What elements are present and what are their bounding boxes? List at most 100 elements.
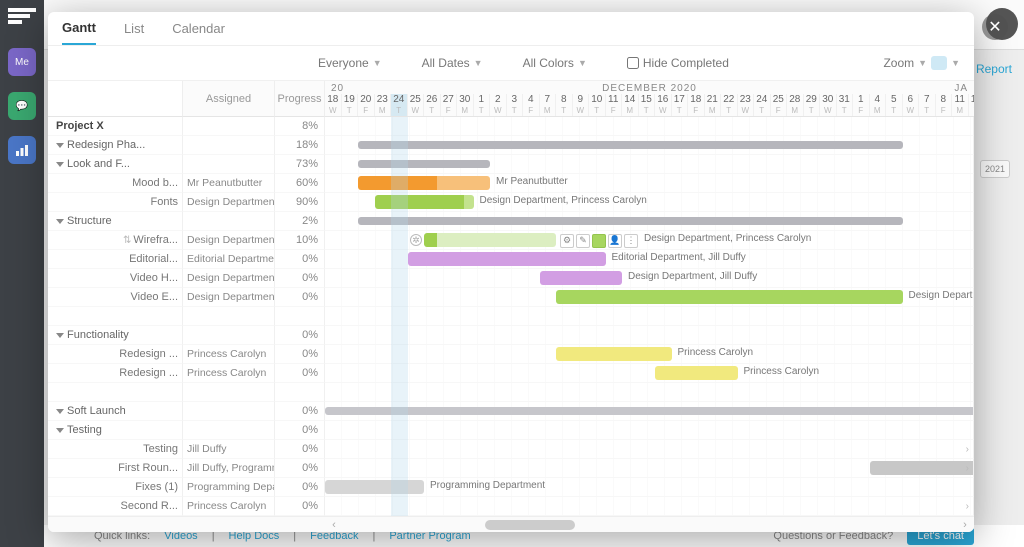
gear-icon[interactable]: ⚙ <box>560 234 574 248</box>
row-timeline[interactable] <box>325 326 974 345</box>
row-timeline[interactable]: › <box>325 497 974 516</box>
day-17[interactable]: 17T <box>672 94 689 116</box>
row-name[interactable]: Project X <box>48 117 183 136</box>
sidebar-chart-icon[interactable] <box>8 136 36 164</box>
day-8[interactable]: 8F <box>936 94 953 116</box>
day-11[interactable]: 11F <box>606 94 623 116</box>
day-28[interactable]: 28M <box>787 94 804 116</box>
scroll-left-icon[interactable]: ‹ <box>327 519 341 531</box>
row-timeline[interactable] <box>325 117 974 136</box>
gantt-bar[interactable] <box>358 160 490 168</box>
zoom-control[interactable]: Zoom▼▼ <box>883 56 960 70</box>
row-timeline[interactable]: Jill Duf› <box>325 459 974 478</box>
day-9[interactable]: 9W <box>573 94 590 116</box>
day-6[interactable]: 6W <box>903 94 920 116</box>
row-name[interactable]: Testing <box>48 421 183 440</box>
day-27[interactable]: 27F <box>441 94 458 116</box>
day-1[interactable]: 1T <box>474 94 491 116</box>
chevron-right-icon[interactable]: › <box>966 501 969 512</box>
row-timeline[interactable] <box>325 155 974 174</box>
day-25[interactable]: 25F <box>771 94 788 116</box>
day-18[interactable]: 18W <box>325 94 342 116</box>
col-assigned[interactable]: Assigned <box>183 81 275 117</box>
person-icon[interactable]: 👤 <box>608 234 622 248</box>
gantt-bar[interactable] <box>325 480 424 494</box>
day-2[interactable]: 2W <box>490 94 507 116</box>
tab-gantt[interactable]: Gantt <box>62 20 96 45</box>
row-timeline[interactable]: Princess Carolyn <box>325 345 974 364</box>
day-29[interactable]: 29T <box>804 94 821 116</box>
horizontal-scrollbar[interactable]: ‹ › <box>325 516 974 532</box>
gantt-bar[interactable] <box>358 176 490 190</box>
row-name[interactable]: First Roun... <box>48 459 183 478</box>
gantt-bar[interactable] <box>556 347 672 361</box>
tab-calendar[interactable]: Calendar <box>172 21 225 44</box>
day-7[interactable]: 7M <box>540 94 557 116</box>
row-name[interactable]: Look and F... <box>48 155 183 174</box>
day-7[interactable]: 7T <box>919 94 936 116</box>
day-18[interactable]: 18F <box>688 94 705 116</box>
gantt-bar[interactable] <box>870 461 975 475</box>
hide-completed-checkbox[interactable] <box>627 57 639 69</box>
bar-start-handle[interactable]: ✲ <box>410 234 422 246</box>
zoom-color-chip[interactable] <box>931 56 947 70</box>
year-pill[interactable]: 2021 <box>980 160 1010 178</box>
day-21[interactable]: 21M <box>705 94 722 116</box>
day-14[interactable]: 14M <box>622 94 639 116</box>
day-5[interactable]: 5T <box>886 94 903 116</box>
row-timeline[interactable] <box>325 383 974 402</box>
timeline-header[interactable]: 20 DECEMBER 2020 JA 18W19T20F23M24T25W26… <box>325 81 974 117</box>
scroll-right-icon[interactable]: › <box>958 519 972 531</box>
row-name[interactable]: ⇅Wirefra... <box>48 231 183 250</box>
row-name[interactable]: Video E... <box>48 288 183 307</box>
day-20[interactable]: 20F <box>358 94 375 116</box>
row-name[interactable]: Functionality <box>48 326 183 345</box>
scroll-thumb[interactable] <box>485 520 575 530</box>
row-name[interactable]: Testing <box>48 440 183 459</box>
filter-dates[interactable]: All Dates▼ <box>422 56 483 70</box>
gantt-bar[interactable] <box>540 271 623 285</box>
row-timeline[interactable]: Design Department, Princess Carolyn <box>325 193 974 212</box>
row-timeline[interactable]: ⚙✎👤⋮✲Design Department, Princess Carolyn <box>325 231 974 250</box>
row-name[interactable]: Redesign ... <box>48 345 183 364</box>
filter-everyone[interactable]: Everyone▼ <box>318 56 382 70</box>
row-timeline[interactable] <box>325 421 974 440</box>
gantt-bar[interactable] <box>556 290 903 304</box>
day-1[interactable]: 1F <box>853 94 870 116</box>
day-26[interactable]: 26T <box>424 94 441 116</box>
gantt-bar[interactable] <box>655 366 738 380</box>
day-16[interactable]: 16W <box>655 94 672 116</box>
row-timeline[interactable]: Mr Peanutbutter <box>325 174 974 193</box>
row-name[interactable]: Second R... <box>48 497 183 516</box>
row-timeline[interactable]: Princess Carolyn <box>325 364 974 383</box>
row-timeline[interactable] <box>325 136 974 155</box>
day-24[interactable]: 24T <box>754 94 771 116</box>
row-timeline[interactable] <box>325 212 974 231</box>
day-15[interactable]: 15T <box>639 94 656 116</box>
sidebar-me-badge[interactable]: Me <box>8 48 36 76</box>
day-22[interactable]: 22T <box>721 94 738 116</box>
day-10[interactable]: 10T <box>589 94 606 116</box>
day-12[interactable]: 12T <box>969 94 975 116</box>
sidebar-chat-icon[interactable]: 💬 <box>8 92 36 120</box>
chevron-right-icon[interactable]: › <box>966 463 969 474</box>
day-4[interactable]: 4F <box>523 94 540 116</box>
day-31[interactable]: 31T <box>837 94 854 116</box>
row-timeline[interactable]: Design Department, Jill Duffy <box>325 269 974 288</box>
report-link[interactable]: Report <box>976 62 1012 76</box>
day-11[interactable]: 11M <box>952 94 969 116</box>
row-timeline[interactable] <box>325 307 974 326</box>
row-name[interactable]: Mood b... <box>48 174 183 193</box>
row-name[interactable]: Redesign Pha... <box>48 136 183 155</box>
day-19[interactable]: 19T <box>342 94 359 116</box>
day-30[interactable]: 30M <box>457 94 474 116</box>
row-name[interactable]: Soft Launch <box>48 402 183 421</box>
color-icon[interactable] <box>592 234 606 248</box>
col-progress[interactable]: Progress <box>275 81 325 117</box>
row-timeline[interactable]: › <box>325 440 974 459</box>
row-timeline[interactable]: Design Department, Jill <box>325 288 974 307</box>
day-25[interactable]: 25W <box>408 94 425 116</box>
pencil-icon[interactable]: ✎ <box>576 234 590 248</box>
row-timeline[interactable]: Editorial Department, Jill Duffy <box>325 250 974 269</box>
gantt-bar[interactable] <box>375 195 474 209</box>
